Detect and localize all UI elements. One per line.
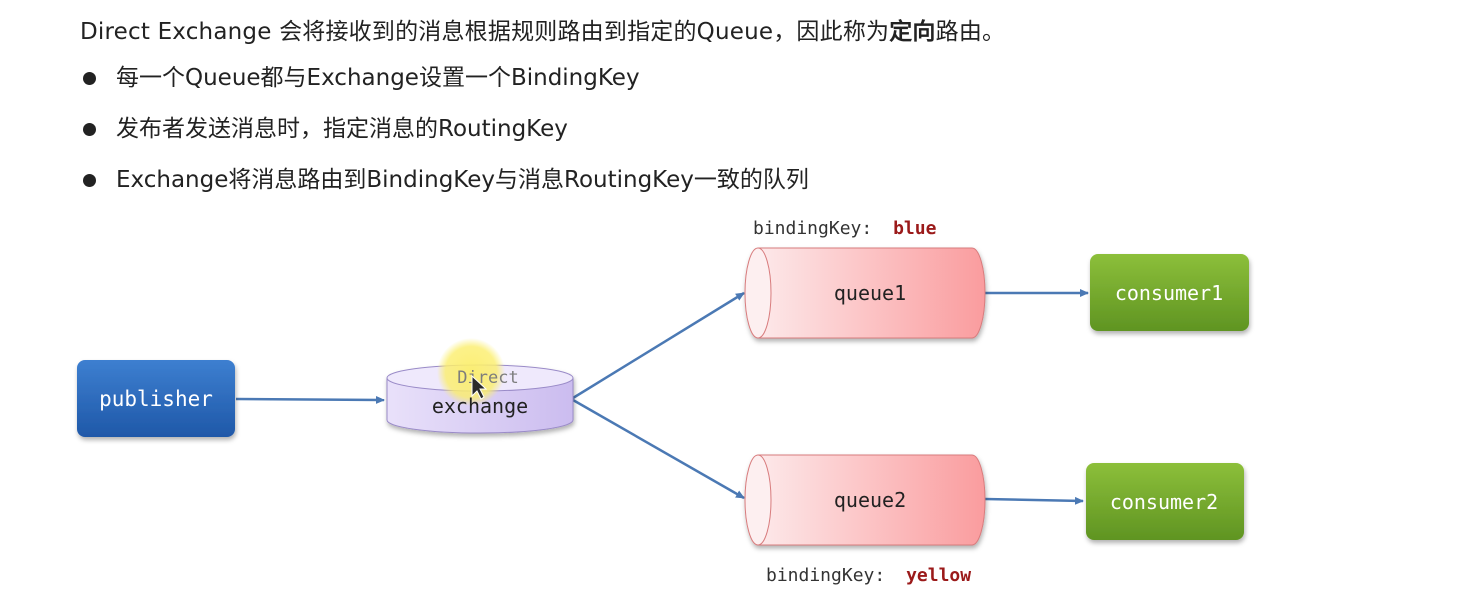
- consumer1-label: consumer1: [1115, 281, 1223, 305]
- arrow-queue2-consumer2: [984, 496, 1084, 505]
- queue1-label: queue1: [834, 281, 906, 305]
- binding-key-2-label: bindingKey:: [766, 565, 885, 586]
- direct-exchange-diagram: publisher Direct exchange queue1 queue2 …: [77, 218, 1249, 586]
- arrow-exchange-queue2: [572, 398, 745, 500]
- binding-key-1: bindingKey: blue: [753, 218, 937, 239]
- consumer2-label: consumer2: [1110, 490, 1218, 514]
- publisher-label: publisher: [99, 387, 213, 411]
- exchange-type-label: Direct: [457, 368, 518, 388]
- binding-key-1-label: bindingKey:: [753, 218, 872, 239]
- arrow-exchange-queue1: [572, 291, 745, 400]
- binding-key-2: bindingKey: yellow: [766, 565, 971, 586]
- queue2-label: queue2: [834, 488, 906, 512]
- arrow-publisher-exchange: [235, 395, 385, 404]
- binding-key-1-value: blue: [893, 218, 937, 239]
- binding-key-2-value: yellow: [906, 565, 971, 586]
